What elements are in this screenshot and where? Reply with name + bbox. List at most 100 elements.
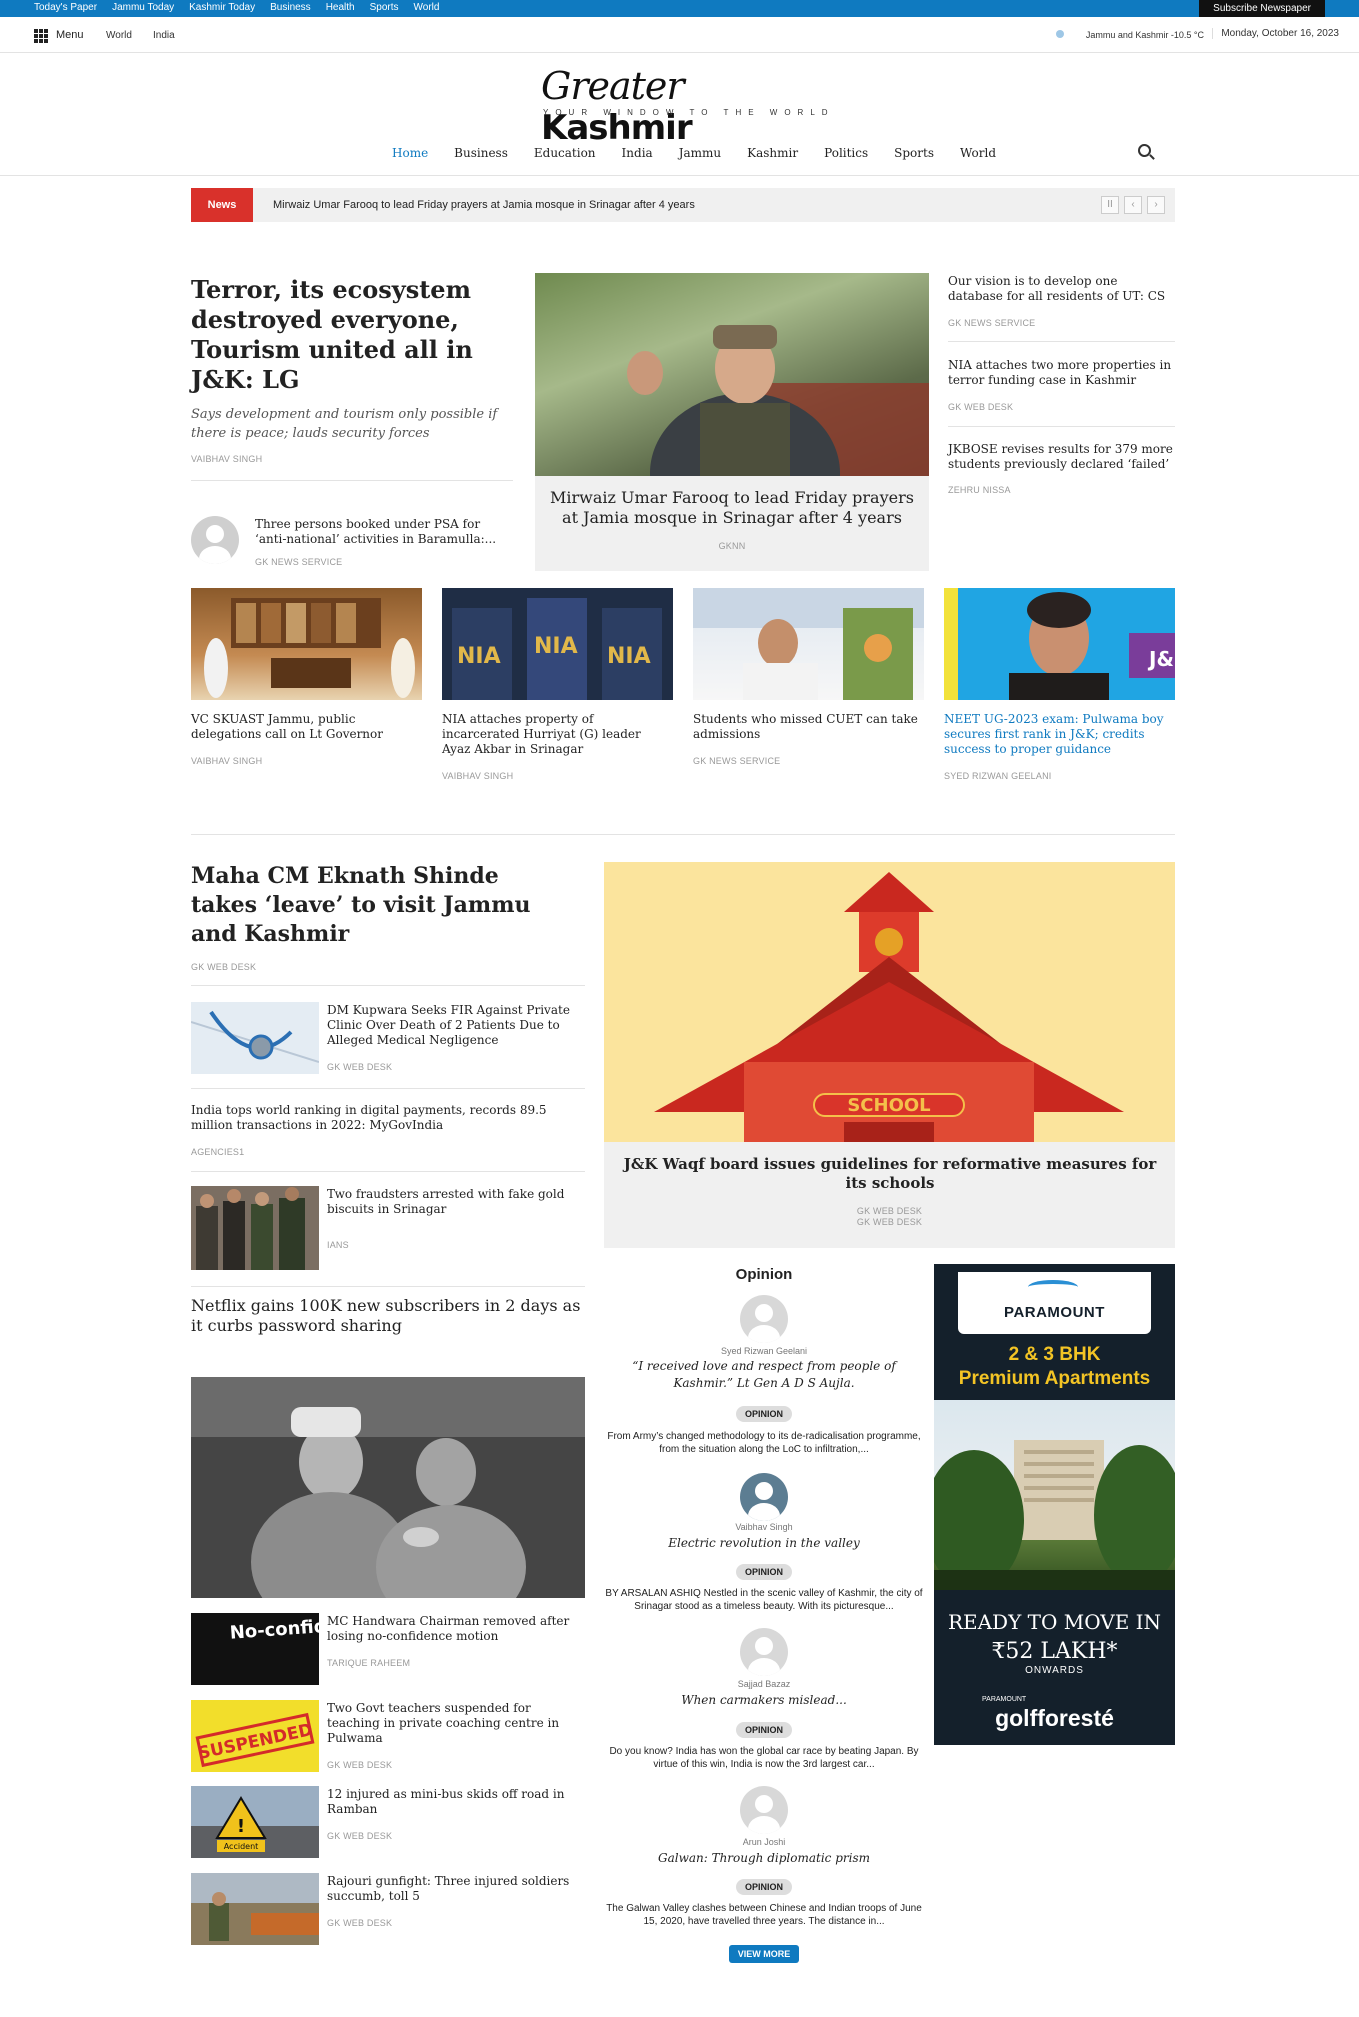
bottom-2-title[interactable]: Two Govt teachers suspended for teaching… bbox=[327, 1701, 585, 1746]
nav-education[interactable]: Education bbox=[534, 146, 596, 160]
nav-world-link[interactable]: World bbox=[106, 30, 132, 41]
suspended-stamp-graphic: SUSPENDED bbox=[191, 1700, 319, 1772]
top-link-kashmir-today[interactable]: Kashmir Today bbox=[189, 2, 255, 13]
fraudsters-photo[interactable] bbox=[191, 1186, 319, 1270]
mirwaiz-photo[interactable] bbox=[535, 273, 929, 476]
chevron-right-icon[interactable]: › bbox=[1147, 196, 1165, 214]
suspended-thumb[interactable]: SUSPENDED bbox=[191, 1700, 319, 1772]
list-1-title[interactable]: DM Kupwara Seeks FIR Against Private Cli… bbox=[327, 1003, 585, 1048]
no-confidence-thumb[interactable]: No-confidence motion bbox=[191, 1613, 319, 1685]
card-1-photo[interactable] bbox=[191, 588, 422, 700]
historic-photo[interactable] bbox=[191, 1377, 585, 1598]
secondary-nav: Menu World India Jammu and Kashmir -10.5… bbox=[0, 17, 1359, 53]
opinion-2-title[interactable]: Electric revolution in the valley bbox=[604, 1535, 924, 1552]
opinion-1-title[interactable]: “I received love and respect from people… bbox=[604, 1358, 924, 1392]
center-story-title[interactable]: Mirwaiz Umar Farooq to lead Friday praye… bbox=[550, 488, 914, 528]
list-2-author[interactable]: AGENCIES1 bbox=[191, 1147, 244, 1157]
bottom-4-title[interactable]: Rajouri gunfight: Three injured soldiers… bbox=[327, 1874, 585, 1904]
menu-button[interactable]: Menu bbox=[56, 29, 84, 41]
small-story-title[interactable]: Three persons booked under PSA for ‘anti… bbox=[255, 517, 515, 547]
subscribe-button[interactable]: Subscribe Newspaper bbox=[1199, 0, 1325, 17]
waqf-author-1[interactable]: GK WEB DESK bbox=[604, 1206, 1175, 1216]
nav-world[interactable]: World bbox=[960, 146, 996, 160]
card-4-photo[interactable]: J& bbox=[944, 588, 1175, 700]
chevron-left-icon[interactable]: ‹ bbox=[1124, 196, 1142, 214]
section2-headline-author[interactable]: GK WEB DESK bbox=[191, 962, 256, 972]
card-3-title[interactable]: Students who missed CUET can take admiss… bbox=[693, 712, 923, 742]
stethoscope-photo[interactable] bbox=[191, 1002, 319, 1074]
bottom-1-title[interactable]: MC Handwara Chairman removed after losin… bbox=[327, 1614, 585, 1644]
opinion-4-name[interactable]: Arun Joshi bbox=[604, 1837, 924, 1847]
pause-icon[interactable]: II bbox=[1101, 196, 1119, 214]
svg-text:J&: J& bbox=[1147, 647, 1174, 671]
top-link-sports[interactable]: Sports bbox=[370, 2, 399, 13]
card-2-photo[interactable]: NIA NIA NIA bbox=[442, 588, 673, 700]
gunfight-thumb[interactable] bbox=[191, 1873, 319, 1945]
site-logo[interactable]: Greater Kashmir YOUR WINDOW TO THE WORLD bbox=[541, 64, 831, 148]
lead-headline[interactable]: Terror, its ecosystem destroyed everyone… bbox=[191, 275, 526, 395]
section2-headline[interactable]: Maha CM Eknath Shinde takes ‘leave’ to v… bbox=[191, 862, 571, 949]
waqf-author-2[interactable]: GK WEB DESK bbox=[604, 1217, 1175, 1227]
list-2-title[interactable]: India tops world ranking in digital paym… bbox=[191, 1103, 585, 1133]
bottom-2-author[interactable]: GK WEB DESK bbox=[327, 1760, 392, 1770]
accident-thumb[interactable]: ! Accident bbox=[191, 1786, 319, 1858]
gunfight-graphic bbox=[191, 1873, 319, 1945]
card-3-author[interactable]: GK NEWS SERVICE bbox=[693, 756, 780, 766]
list-3-title[interactable]: Two fraudsters arrested with fake gold b… bbox=[327, 1187, 585, 1217]
right-story-2-author[interactable]: GK WEB DESK bbox=[948, 402, 1013, 412]
top-link-health[interactable]: Health bbox=[326, 2, 355, 13]
office-meeting-illustration bbox=[204, 598, 415, 698]
search-icon[interactable] bbox=[1138, 144, 1151, 157]
school-illustration-photo[interactable]: SCHOOL bbox=[604, 862, 1175, 1142]
list-1-author[interactable]: GK WEB DESK bbox=[327, 1062, 392, 1072]
card-1-title[interactable]: VC SKUAST Jammu, public delegations call… bbox=[191, 712, 411, 742]
small-story-author[interactable]: GK NEWS SERVICE bbox=[255, 557, 342, 567]
center-story-author[interactable]: GKNN bbox=[535, 541, 929, 551]
nav-home[interactable]: Home bbox=[392, 146, 428, 160]
opinion-2-name[interactable]: Vaibhav Singh bbox=[604, 1522, 924, 1532]
nav-politics[interactable]: Politics bbox=[824, 146, 868, 160]
view-more-button[interactable]: VIEW MORE bbox=[729, 1945, 799, 1963]
ad-bird-icon bbox=[1028, 1280, 1078, 1294]
nav-kashmir[interactable]: Kashmir bbox=[747, 146, 798, 160]
card-3-photo[interactable] bbox=[693, 588, 924, 700]
ticker-headline[interactable]: Mirwaiz Umar Farooq to lead Friday praye… bbox=[273, 199, 695, 211]
list-3-author[interactable]: IANS bbox=[327, 1240, 349, 1250]
svg-text:NIA: NIA bbox=[607, 644, 651, 669]
card-1-author[interactable]: VAIBHAV SINGH bbox=[191, 756, 262, 766]
top-link-jammu-today[interactable]: Jammu Today bbox=[112, 2, 174, 13]
lead-author[interactable]: VAIBHAV SINGH bbox=[191, 454, 262, 464]
opinion-3-name[interactable]: Sajjad Bazaz bbox=[604, 1679, 924, 1689]
waqf-title[interactable]: J&K Waqf board issues guidelines for ref… bbox=[620, 1155, 1160, 1193]
divider bbox=[191, 985, 585, 986]
right-story-1-title[interactable]: Our vision is to develop one database fo… bbox=[948, 274, 1176, 304]
card-4-author[interactable]: SYED RIZWAN GEELANI bbox=[944, 771, 1052, 781]
right-story-1-author[interactable]: GK NEWS SERVICE bbox=[948, 318, 1035, 328]
right-story-2-title[interactable]: NIA attaches two more properties in terr… bbox=[948, 358, 1176, 388]
paramount-ad[interactable]: PARAMOUNT 2 & 3 BHK Premium Apartments R… bbox=[934, 1264, 1175, 1745]
card-4-title[interactable]: NEET UG-2023 exam: Pulwama boy secures f… bbox=[944, 712, 1174, 757]
nav-business[interactable]: Business bbox=[454, 146, 508, 160]
menu-grid-icon[interactable] bbox=[34, 29, 48, 43]
top-link-world[interactable]: World bbox=[414, 2, 440, 13]
nav-india[interactable]: India bbox=[622, 146, 653, 160]
nav-sports[interactable]: Sports bbox=[894, 146, 934, 160]
bottom-1-author[interactable]: TARIQUE RAHEEM bbox=[327, 1658, 410, 1668]
bottom-3-title[interactable]: 12 injured as mini-bus skids off road in… bbox=[327, 1787, 585, 1817]
nav-india-link[interactable]: India bbox=[153, 30, 175, 41]
nav-jammu[interactable]: Jammu bbox=[679, 146, 721, 160]
right-story-3-author[interactable]: ZEHRU NISSA bbox=[948, 485, 1011, 495]
top-link-todays-paper[interactable]: Today's Paper bbox=[34, 2, 97, 13]
card-2-author[interactable]: VAIBHAV SINGH bbox=[442, 771, 513, 781]
card-2-title[interactable]: NIA attaches property of incarcerated Hu… bbox=[442, 712, 672, 757]
bottom-4-author[interactable]: GK WEB DESK bbox=[327, 1918, 392, 1928]
opinion-1-name[interactable]: Syed Rizwan Geelani bbox=[604, 1346, 924, 1356]
netflix-headline[interactable]: Netflix gains 100K new subscribers in 2 … bbox=[191, 1296, 585, 1336]
top-link-business[interactable]: Business bbox=[270, 2, 311, 13]
opinion-4-title[interactable]: Galwan: Through diplomatic prism bbox=[604, 1850, 924, 1867]
opinion-badge: OPINION bbox=[736, 1564, 792, 1580]
bottom-3-author[interactable]: GK WEB DESK bbox=[327, 1831, 392, 1841]
right-story-3-title[interactable]: JKBOSE revises results for 379 more stud… bbox=[948, 442, 1176, 472]
ad-onwards: ONWARDS bbox=[1025, 1665, 1084, 1676]
opinion-3-title[interactable]: When carmakers mislead... bbox=[604, 1692, 924, 1709]
